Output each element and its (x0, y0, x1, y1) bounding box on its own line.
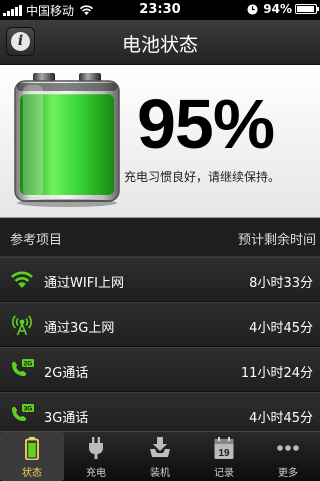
download-tray-icon (150, 437, 170, 457)
calendar-icon: 19 (214, 437, 234, 459)
battery-status-panel: 95% 充电习惯良好，请继续保持。 (0, 65, 320, 218)
tab-label: 记录 (214, 468, 234, 479)
battery-icon (25, 437, 39, 460)
list-item-wifi: 通过WIFI上网 8小时33分 (0, 257, 320, 302)
list-item-3g: 通过3G上网 4小时45分 (0, 302, 320, 347)
list-item-2g-call: 2G 2G通话 11小时24分 (0, 347, 320, 392)
header-remaining-time: 预计剩余时间 (237, 233, 316, 248)
tab-records[interactable]: 19 记录 (192, 432, 256, 481)
badge-2g: 2G (24, 361, 33, 368)
list-header: 参考项目 预计剩余时间 (0, 218, 320, 257)
tab-label: 状态 (22, 468, 42, 479)
tab-charge[interactable]: 充电 (64, 432, 128, 481)
tab-install[interactable]: 装机 (128, 432, 192, 481)
tab-label: 装机 (150, 468, 170, 479)
row-label: 通过3G上网 (44, 321, 115, 336)
charging-advice: 充电习惯良好，请继续保持。 (124, 170, 281, 184)
battery-percent: 95% (137, 85, 275, 163)
tab-label: 充电 (86, 468, 106, 479)
header-reference-item: 参考项目 (10, 233, 63, 248)
phone-2g-icon: 2G (12, 359, 34, 376)
phone-3g-icon: 3G (12, 404, 34, 421)
status-battery-icon (295, 4, 319, 14)
row-label: 2G通话 (44, 366, 89, 381)
row-value: 4小时45分 (249, 321, 313, 336)
page-title: 电池状态 (121, 34, 198, 56)
wifi-icon (11, 271, 33, 288)
tab-status[interactable]: 状态 (0, 432, 64, 481)
tab-more[interactable]: 更多 (256, 432, 320, 481)
battery-level-icon (14, 73, 120, 207)
badge-3g: 3G (24, 406, 33, 413)
more-dots-icon (277, 445, 299, 451)
row-label: 通过WIFI上网 (44, 276, 124, 291)
status-bar: 中国移动 23:30 94% (0, 0, 320, 20)
row-value: 4小时45分 (249, 411, 313, 426)
tab-label: 更多 (278, 468, 298, 479)
row-label: 3G通话 (44, 411, 89, 426)
remaining-time-list: 参考项目 预计剩余时间 通过WIFI上网 8小时33分 通过3G上网 4小时45… (0, 218, 320, 437)
tab-bar: 状态 充电 装机 19 记录 更多 (0, 431, 320, 481)
plug-icon (89, 437, 103, 459)
row-value: 11小时24分 (240, 366, 313, 381)
nav-bar: i 电池状态 (0, 20, 320, 65)
status-battery-percent: 94% (263, 2, 292, 16)
row-value: 8小时33分 (249, 276, 313, 291)
antenna-icon (12, 315, 32, 336)
status-battery-fill (297, 6, 314, 12)
calendar-day: 19 (218, 448, 230, 459)
clock-icon (247, 3, 258, 15)
